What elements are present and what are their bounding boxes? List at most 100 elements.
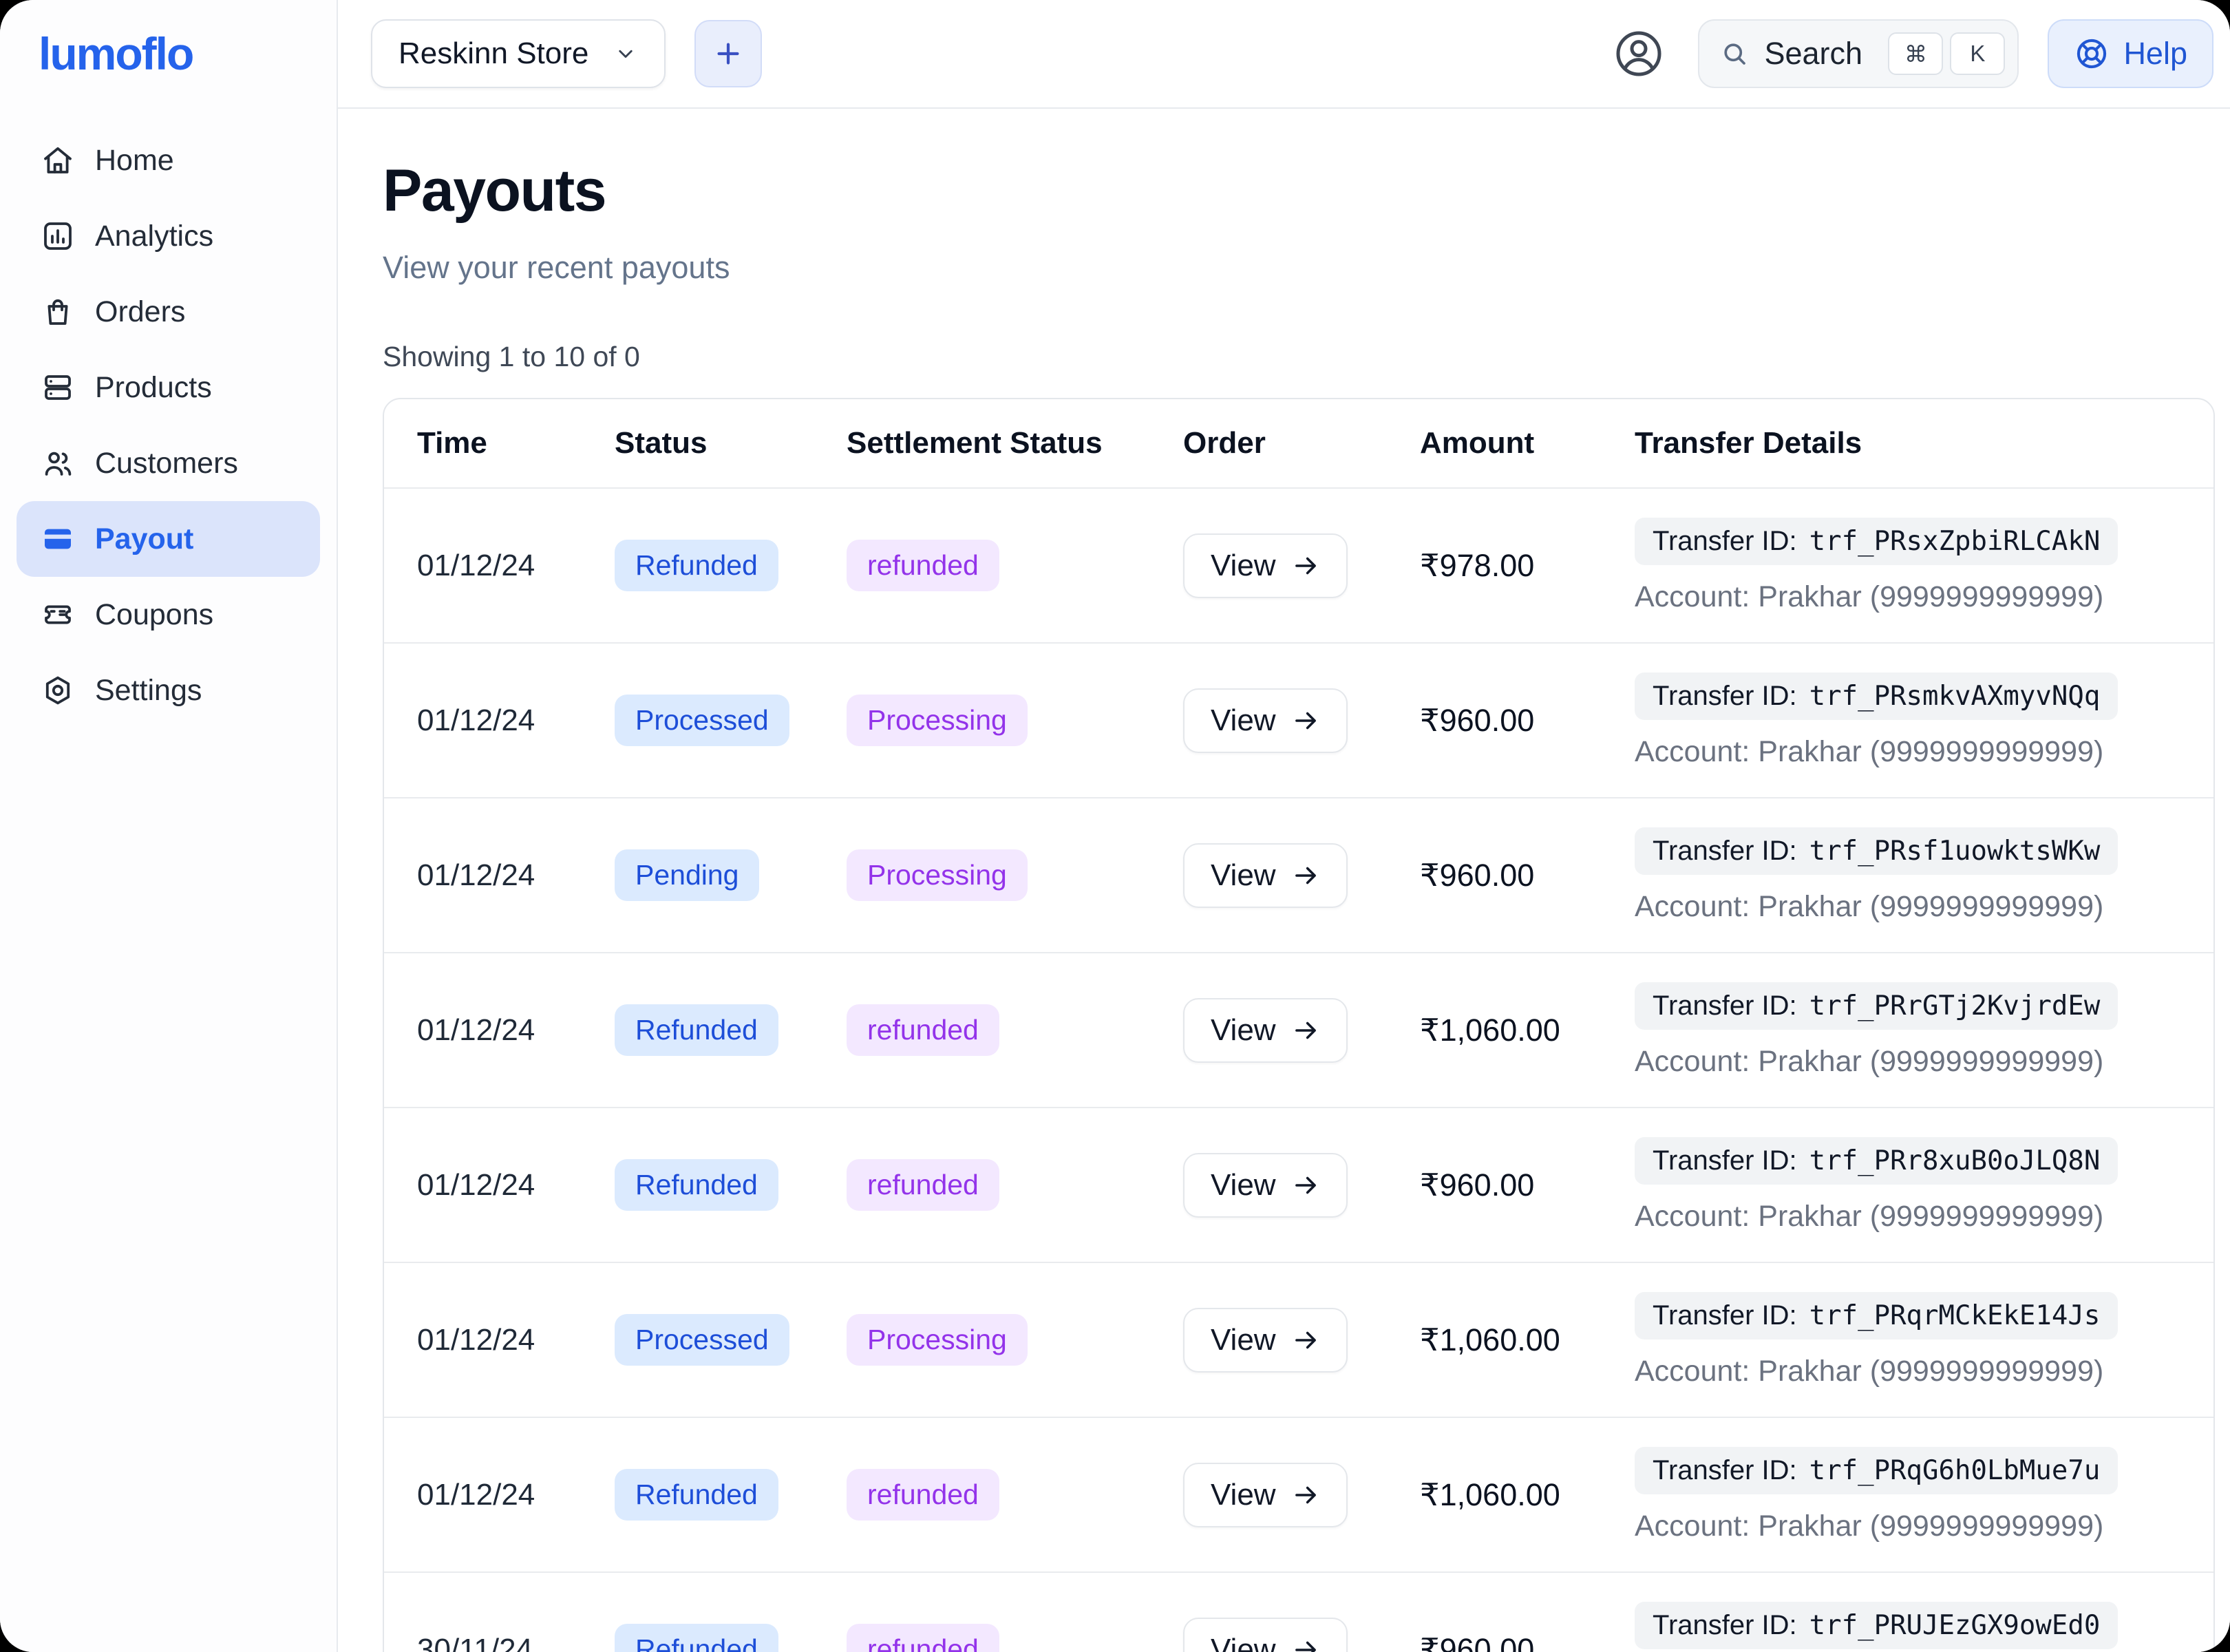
status-badge: Refunded bbox=[615, 1004, 778, 1056]
sidebar-item-label: Coupons bbox=[95, 598, 213, 632]
payout-amount: ₹1,060.00 bbox=[1420, 1322, 1635, 1358]
view-button-label: View bbox=[1211, 1168, 1276, 1203]
view-order-button[interactable]: View bbox=[1183, 843, 1348, 908]
view-order-button[interactable]: View bbox=[1183, 1153, 1348, 1218]
account-info: Account: Prakhar (9999999999999) bbox=[1635, 735, 2103, 769]
table-header-row: Time Status Settlement Status Order Amou… bbox=[384, 399, 2213, 487]
status-badge: Pending bbox=[615, 849, 759, 901]
account-info: Account: Prakhar (9999999999999) bbox=[1635, 1045, 2103, 1079]
payout-time: 30/11/24 bbox=[417, 1633, 615, 1652]
payout-amount: ₹1,060.00 bbox=[1420, 1012, 1635, 1048]
transfer-id-value: trf_PRsf1uowktsWKw bbox=[1809, 836, 2101, 867]
help-lifebuoy-icon bbox=[2074, 36, 2110, 72]
arrow-right-icon bbox=[1291, 1171, 1320, 1200]
column-header-transfer-details: Transfer Details bbox=[1635, 426, 2180, 460]
payout-amount: ₹960.00 bbox=[1420, 702, 1635, 739]
user-avatar-button[interactable] bbox=[1608, 23, 1669, 84]
top-bar: Reskinn Store Search ⌘ K Help bbox=[338, 0, 2230, 109]
settlement-status-badge: refunded bbox=[847, 1004, 999, 1056]
settlement-status-badge: refunded bbox=[847, 1469, 999, 1521]
transfer-id-label: Transfer ID: bbox=[1653, 1610, 1797, 1641]
payout-time: 01/12/24 bbox=[417, 1168, 615, 1203]
sidebar-item-label: Orders bbox=[95, 295, 185, 329]
store-selector[interactable]: Reskinn Store bbox=[371, 19, 666, 88]
arrow-right-icon bbox=[1291, 706, 1320, 735]
transfer-details-cell: Transfer ID: trf_PRr8xuB0oJLQ8N Account:… bbox=[1635, 1137, 2180, 1233]
column-header-amount: Amount bbox=[1420, 426, 1635, 460]
store-selector-label: Reskinn Store bbox=[399, 36, 588, 71]
search-input[interactable]: Search ⌘ K bbox=[1698, 19, 2019, 88]
sidebar-item-label: Home bbox=[95, 144, 174, 178]
sidebar-item-analytics[interactable]: Analytics bbox=[17, 198, 320, 274]
sidebar-item-label: Products bbox=[95, 371, 212, 405]
order-cell: View bbox=[1183, 688, 1420, 753]
settlement-cell: Processing bbox=[847, 695, 1183, 746]
sidebar-item-label: Payout bbox=[95, 522, 193, 556]
sidebar-item-label: Customers bbox=[95, 447, 238, 480]
status-badge: Refunded bbox=[615, 1624, 778, 1652]
sidebar: lumoflo Home Analytics Orders Products C… bbox=[0, 0, 338, 1652]
sidebar-item-payout[interactable]: Payout bbox=[17, 501, 320, 577]
user-circle-icon bbox=[1611, 26, 1666, 81]
sidebar-item-settings[interactable]: Settings bbox=[17, 653, 320, 728]
order-cell: View bbox=[1183, 843, 1420, 908]
sidebar-item-products[interactable]: Products bbox=[17, 350, 320, 425]
sidebar-item-orders[interactable]: Orders bbox=[17, 274, 320, 350]
status-badge: Refunded bbox=[615, 1469, 778, 1521]
settlement-status-badge: Processing bbox=[847, 1314, 1028, 1366]
view-button-label: View bbox=[1211, 1323, 1276, 1357]
status-cell: Refunded bbox=[615, 540, 847, 591]
transfer-id-chip: Transfer ID: trf_PRqrMCkEkE14Js bbox=[1635, 1292, 2118, 1339]
page-content: Payouts View your recent payouts Showing… bbox=[338, 109, 2230, 1652]
table-body: 01/12/24 Refunded refunded View ₹978.00 … bbox=[384, 487, 2213, 1652]
column-header-settlement-status: Settlement Status bbox=[847, 426, 1183, 460]
transfer-id-chip: Transfer ID: trf_PRsmkvAXmyvNQq bbox=[1635, 673, 2118, 720]
settlement-cell: Processing bbox=[847, 1314, 1183, 1366]
transfer-id-chip: Transfer ID: trf_PRr8xuB0oJLQ8N bbox=[1635, 1137, 2118, 1185]
payout-amount: ₹978.00 bbox=[1420, 547, 1635, 584]
transfer-id-value: trf_PRUJEzGX9owEd0 bbox=[1809, 1610, 2101, 1641]
transfer-details-cell: Transfer ID: trf_PRrGTj2KvjrdEw Account:… bbox=[1635, 982, 2180, 1079]
settlement-status-badge: refunded bbox=[847, 540, 999, 591]
sidebar-item-home[interactable]: Home bbox=[17, 123, 320, 198]
transfer-id-chip: Transfer ID: trf_PRrGTj2KvjrdEw bbox=[1635, 982, 2118, 1030]
table-row: 30/11/24 Refunded refunded View ₹960.00 … bbox=[384, 1571, 2213, 1652]
table-row: 01/12/24 Pending Processing View ₹960.00… bbox=[384, 797, 2213, 952]
payout-amount: ₹1,060.00 bbox=[1420, 1476, 1635, 1513]
payout-time: 01/12/24 bbox=[417, 703, 615, 738]
view-order-button[interactable]: View bbox=[1183, 533, 1348, 598]
status-cell: Refunded bbox=[615, 1004, 847, 1056]
transfer-id-value: trf_PRr8xuB0oJLQ8N bbox=[1809, 1145, 2101, 1176]
view-order-button[interactable]: View bbox=[1183, 1463, 1348, 1527]
settlement-cell: refunded bbox=[847, 540, 1183, 591]
status-cell: Processed bbox=[615, 695, 847, 746]
transfer-id-value: trf_PRsxZpbiRLCAkN bbox=[1809, 526, 2101, 557]
order-cell: View bbox=[1183, 533, 1420, 598]
table-row: 01/12/24 Refunded refunded View ₹1,060.0… bbox=[384, 1417, 2213, 1571]
account-info: Account: Prakhar (9999999999999) bbox=[1635, 580, 2103, 614]
transfer-id-value: trf_PRqrMCkEkE14Js bbox=[1809, 1300, 2101, 1331]
arrow-right-icon bbox=[1291, 1481, 1320, 1510]
view-order-button[interactable]: View bbox=[1183, 1618, 1348, 1652]
sidebar-item-coupons[interactable]: Coupons bbox=[17, 577, 320, 653]
view-order-button[interactable]: View bbox=[1183, 688, 1348, 753]
transfer-id-chip: Transfer ID: trf_PRsxZpbiRLCAkN bbox=[1635, 518, 2118, 565]
transfer-id-value: trf_PRrGTj2KvjrdEw bbox=[1809, 991, 2101, 1021]
payout-time: 01/12/24 bbox=[417, 1478, 615, 1512]
add-store-button[interactable] bbox=[694, 20, 762, 87]
main-column: Reskinn Store Search ⌘ K Help bbox=[338, 0, 2230, 1652]
status-cell: Pending bbox=[615, 849, 847, 901]
transfer-details-cell: Transfer ID: trf_PRsmkvAXmyvNQq Account:… bbox=[1635, 673, 2180, 769]
sidebar-item-customers[interactable]: Customers bbox=[17, 425, 320, 501]
payout-amount: ₹960.00 bbox=[1420, 1631, 1635, 1652]
column-header-order: Order bbox=[1183, 426, 1420, 460]
transfer-id-chip: Transfer ID: trf_PRqG6h0LbMue7u bbox=[1635, 1447, 2118, 1494]
table-row: 01/12/24 Refunded refunded View ₹1,060.0… bbox=[384, 952, 2213, 1107]
settlement-status-badge: Processing bbox=[847, 849, 1028, 901]
orders-icon bbox=[41, 295, 74, 328]
sidebar-nav: Home Analytics Orders Products Customers… bbox=[0, 107, 337, 743]
view-order-button[interactable]: View bbox=[1183, 1308, 1348, 1373]
sidebar-item-label: Analytics bbox=[95, 220, 213, 253]
view-order-button[interactable]: View bbox=[1183, 998, 1348, 1063]
help-button[interactable]: Help bbox=[2048, 19, 2213, 88]
